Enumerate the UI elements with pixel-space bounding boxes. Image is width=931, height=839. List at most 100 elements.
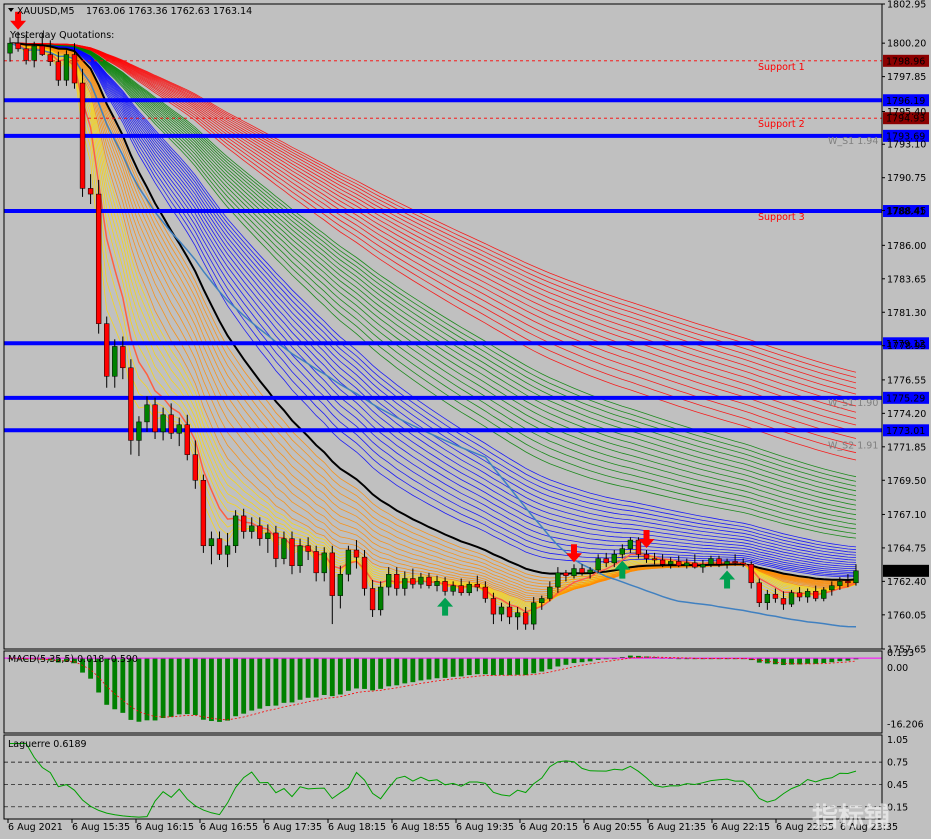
- candle-body: [603, 558, 609, 564]
- macd-bar: [233, 658, 239, 717]
- candle-body: [684, 562, 690, 566]
- macd-bar: [289, 658, 295, 703]
- macd-bar: [120, 658, 126, 713]
- candle-body: [232, 515, 239, 547]
- price-tick-label: 1788.45: [887, 206, 926, 217]
- macd-bar: [523, 658, 529, 676]
- level-price-label: 1773.01: [886, 426, 925, 437]
- candle-body: [764, 593, 771, 603]
- macd-bar: [813, 658, 819, 664]
- candle-body: [216, 538, 223, 555]
- macd-bar: [370, 658, 375, 691]
- macd-bar: [466, 658, 472, 676]
- candle[interactable]: [200, 474, 207, 553]
- macd-bar: [756, 658, 762, 663]
- macd-bar: [225, 658, 230, 721]
- macd-bar: [555, 658, 561, 667]
- macd-bar: [241, 658, 247, 714]
- price-tick-label: 1802.95: [887, 0, 926, 11]
- macd-bar: [563, 658, 569, 665]
- candle-body: [732, 561, 738, 564]
- candle-body: [506, 606, 513, 618]
- candle-body: [120, 346, 126, 369]
- candle-body: [63, 54, 70, 81]
- macd-bar: [442, 658, 448, 678]
- macd-bar: [499, 658, 504, 675]
- candle-body: [273, 532, 279, 559]
- price-tick-label: 1786.00: [887, 241, 926, 252]
- time-tick-label: 6 Aug 21:35: [648, 822, 706, 833]
- macd-bar: [257, 658, 263, 709]
- macd-bar: [265, 658, 271, 707]
- candle-body: [450, 585, 456, 592]
- candle-body: [522, 612, 529, 625]
- candle[interactable]: [128, 359, 134, 455]
- candle-body: [313, 551, 319, 574]
- candle-body: [345, 549, 352, 575]
- time-tick-label: 6 Aug 15:35: [72, 822, 130, 833]
- macd-bar: [772, 658, 778, 665]
- candle-body: [611, 554, 617, 564]
- time-tick-label: 6 Aug 20:55: [584, 822, 642, 833]
- price-tick-label: 1795.40: [887, 107, 926, 118]
- time-tick-label: 6 Aug 18:15: [328, 822, 386, 833]
- candle-body: [321, 552, 327, 574]
- candle-body: [87, 188, 94, 195]
- macd-bar: [273, 658, 279, 706]
- candle-body: [716, 558, 722, 565]
- yesterday-label: Yesterday Quotations:: [9, 30, 114, 41]
- candle-body: [361, 556, 368, 589]
- last-price-label: 1763.14: [886, 566, 925, 577]
- candle-body: [474, 583, 480, 588]
- candle-body: [410, 578, 416, 585]
- candle-body: [241, 515, 247, 532]
- candle-body: [587, 569, 593, 574]
- candle-body: [369, 588, 376, 611]
- macd-bar: [354, 658, 359, 689]
- candle-body: [853, 570, 859, 584]
- candle[interactable]: [756, 578, 762, 607]
- price-tick-label: 1771.85: [887, 442, 926, 453]
- candle-body: [659, 559, 666, 565]
- price-tick-label: 1767.10: [887, 510, 926, 521]
- candle[interactable]: [95, 179, 102, 334]
- candle-body: [595, 558, 601, 571]
- candle-body: [619, 548, 625, 555]
- candle[interactable]: [79, 68, 86, 197]
- macd-bar: [515, 658, 521, 675]
- side-note: W_S1 1.94: [828, 136, 878, 147]
- macd-bar: [305, 658, 311, 698]
- candle-body: [837, 581, 843, 586]
- macd-tick-label: -16.206: [887, 720, 924, 731]
- time-tick-label: 6 Aug 16:15: [136, 822, 194, 833]
- candle-body: [813, 591, 819, 599]
- chart-canvas[interactable]: 1798.96Support 11796.191794.93Support 21…: [0, 0, 931, 839]
- candle-body: [39, 45, 45, 55]
- candle-body: [112, 346, 118, 377]
- macd-bar: [184, 658, 190, 715]
- macd-bar: [805, 658, 811, 664]
- candle-body: [466, 583, 472, 594]
- candle-body: [804, 591, 811, 598]
- candle-body: [708, 558, 714, 565]
- macd-bar: [426, 658, 432, 680]
- laguerre-tick-label: 1.05: [887, 735, 908, 746]
- candle-body: [394, 573, 400, 589]
- candle-body: [418, 576, 424, 585]
- macd-bar: [313, 658, 319, 698]
- macd-bar: [821, 658, 827, 664]
- macd-bar: [297, 658, 303, 700]
- macd-bar: [482, 658, 488, 675]
- laguerre-tick-label: 0.15: [887, 802, 908, 813]
- candle-body: [377, 586, 384, 611]
- candle-body: [740, 562, 746, 565]
- laguerre-tick-label: 0.45: [887, 780, 908, 791]
- candle-body: [160, 414, 166, 433]
- candle-body: [821, 589, 827, 599]
- time-tick-label: 6 Aug 18:55: [392, 822, 450, 833]
- candle-body: [579, 568, 585, 574]
- candle-body: [7, 42, 13, 54]
- candle-body: [748, 564, 754, 584]
- candle-body: [200, 480, 207, 547]
- time-tick-label: 6 Aug 2021: [8, 822, 63, 833]
